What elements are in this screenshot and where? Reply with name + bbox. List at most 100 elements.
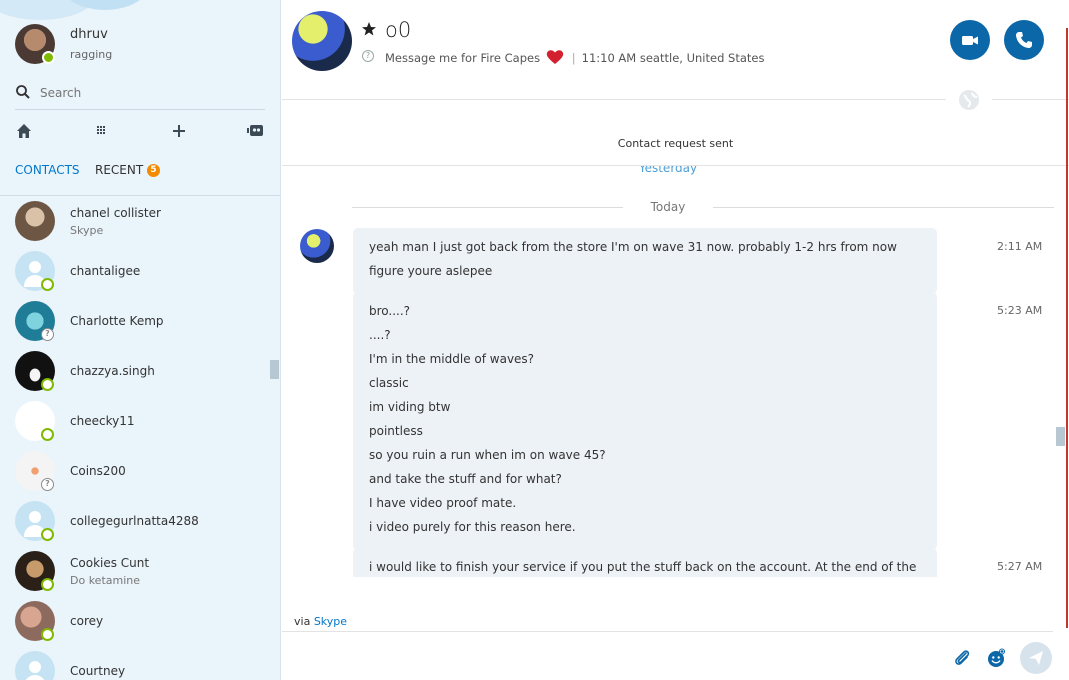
message-text: pointless	[369, 424, 423, 438]
contact-status-text: Skype	[70, 224, 104, 237]
my-mood[interactable]: ragging	[70, 48, 112, 61]
contact-item[interactable]: Courtney	[0, 647, 268, 680]
divider	[282, 631, 1053, 632]
conversation-panel: o0 ? Message me for Fire Capes | 11:10 AM…	[282, 0, 1069, 680]
divider	[352, 207, 632, 208]
message-timestamp: 2:11 AM	[997, 240, 1043, 253]
my-avatar[interactable]	[15, 24, 55, 64]
contact-avatar[interactable]	[292, 11, 352, 71]
send-button[interactable]	[1020, 642, 1052, 674]
unknown-status-icon: ?	[41, 328, 54, 341]
message-bubble[interactable]: yeah man I just got back from the store …	[353, 228, 937, 294]
send-icon	[1029, 651, 1043, 665]
message-timestamp: 5:23 AM	[997, 304, 1043, 317]
divider	[992, 99, 1069, 100]
search-icon	[16, 85, 30, 99]
contact-item[interactable]: collegegurlnatta4288	[0, 497, 268, 547]
contact-item[interactable]: chanel collister Skype	[0, 197, 268, 247]
contact-mood-line: Message me for Fire Capes | 11:10 AM seat…	[385, 49, 764, 65]
contact-item[interactable]: ? Coins200	[0, 447, 268, 497]
sidebar: dhruv ragging CONTACTS RECENT 5 chanel c…	[0, 0, 281, 680]
online-status-icon	[41, 628, 54, 641]
contact-name: Coins200	[70, 464, 126, 478]
contact-name-title[interactable]: o0	[385, 18, 411, 42]
online-status-icon	[41, 428, 54, 441]
day-separator-today: Today	[623, 200, 713, 214]
online-status-icon	[42, 51, 55, 64]
contact-item[interactable]: chazzya.singh	[0, 347, 268, 397]
paperclip-icon[interactable]	[952, 648, 972, 668]
contact-item[interactable]: Cookies Cunt Do ketamine	[0, 547, 268, 597]
dialpad-icon[interactable]	[91, 121, 111, 141]
message-text: classic	[369, 376, 409, 390]
message-text: so you ruin a run when im on wave 45?	[369, 448, 606, 462]
message-timestamp: 5:27 AM	[997, 560, 1043, 573]
via-prefix: via	[294, 615, 311, 628]
message-text: I have video proof mate.	[369, 496, 517, 510]
message-text: figure youre aslepee	[369, 264, 493, 278]
window-edge	[1066, 28, 1068, 628]
contact-name: collegegurlnatta4288	[70, 514, 199, 528]
online-status-icon	[41, 278, 54, 291]
separator: |	[571, 51, 576, 65]
contact-name: Charlotte Kemp	[70, 314, 164, 328]
tab-recent[interactable]: RECENT	[95, 163, 143, 177]
contact-item[interactable]: cheecky11	[0, 397, 268, 447]
divider	[282, 99, 946, 100]
unknown-status-icon: ?	[41, 478, 54, 491]
message-text: I'm in the middle of waves?	[369, 352, 535, 366]
phone-icon	[1016, 32, 1032, 48]
add-icon[interactable]	[169, 121, 189, 141]
message-text: yeah man I just got back from the store …	[369, 240, 897, 254]
message-bubble[interactable]: bro....? ....? I'm in the middle of wave…	[353, 292, 937, 550]
sender-avatar[interactable]	[300, 229, 334, 263]
contact-request-status: Contact request sent	[617, 137, 734, 150]
star-icon[interactable]	[361, 21, 377, 37]
message-bubble[interactable]: i would like to finish your service if y…	[353, 548, 937, 577]
message-text: and take the stuff and for what?	[369, 472, 562, 486]
scrollbar-thumb[interactable]	[1056, 427, 1065, 446]
via-skype-link[interactable]: Skype	[314, 615, 347, 628]
contact-mood-text: Message me for Fire Capes	[385, 51, 541, 65]
contact-name: Courtney	[70, 664, 126, 678]
contact-name: Cookies Cunt	[70, 556, 150, 570]
message-text: i video purely for this reason here.	[369, 520, 576, 534]
contact-item[interactable]: corey	[0, 597, 268, 647]
search-input[interactable]	[40, 83, 260, 103]
message-list[interactable]: Yesterday Today yeah man I just got back…	[282, 166, 1069, 577]
contact-name: corey	[70, 614, 104, 628]
home-icon[interactable]	[14, 121, 34, 141]
contact-name: chanel collister	[70, 206, 161, 220]
bot-icon[interactable]	[246, 121, 266, 141]
tab-contacts[interactable]: CONTACTS	[15, 163, 80, 177]
divider	[704, 207, 1054, 208]
contact-name: chantaligee	[70, 264, 141, 278]
online-status-icon	[41, 378, 54, 391]
contact-item[interactable]: ? Charlotte Kemp	[0, 297, 268, 347]
audio-call-button[interactable]	[1004, 20, 1044, 60]
message-text: ....?	[369, 328, 391, 342]
divider	[0, 195, 280, 196]
help-icon: ?	[362, 50, 374, 62]
globe-icon	[959, 90, 979, 110]
contact-name: cheecky11	[70, 414, 135, 428]
video-call-button[interactable]	[950, 20, 990, 60]
video-camera-icon	[962, 36, 978, 45]
message-text: im viding btw	[369, 400, 451, 414]
avatar	[15, 201, 55, 241]
recent-count-badge: 5	[147, 164, 160, 177]
contact-item[interactable]: chantaligee	[0, 247, 268, 297]
my-name[interactable]: dhruv	[70, 27, 108, 42]
search-bar[interactable]	[15, 80, 265, 110]
message-text: i would like to finish your service if y…	[369, 560, 917, 574]
via-skype-label: via Skype	[294, 615, 347, 628]
avatar	[15, 651, 55, 680]
emoji-icon[interactable]	[986, 648, 1006, 668]
message-text: bro....?	[369, 304, 411, 318]
contact-name: chazzya.singh	[70, 364, 155, 378]
message-input[interactable]	[294, 640, 934, 672]
online-status-icon	[41, 578, 54, 591]
scrollbar-thumb[interactable]	[270, 360, 279, 379]
day-separator-yesterday[interactable]: Yesterday	[282, 166, 1054, 175]
contact-location: 11:10 AM seattle, United States	[581, 51, 765, 65]
